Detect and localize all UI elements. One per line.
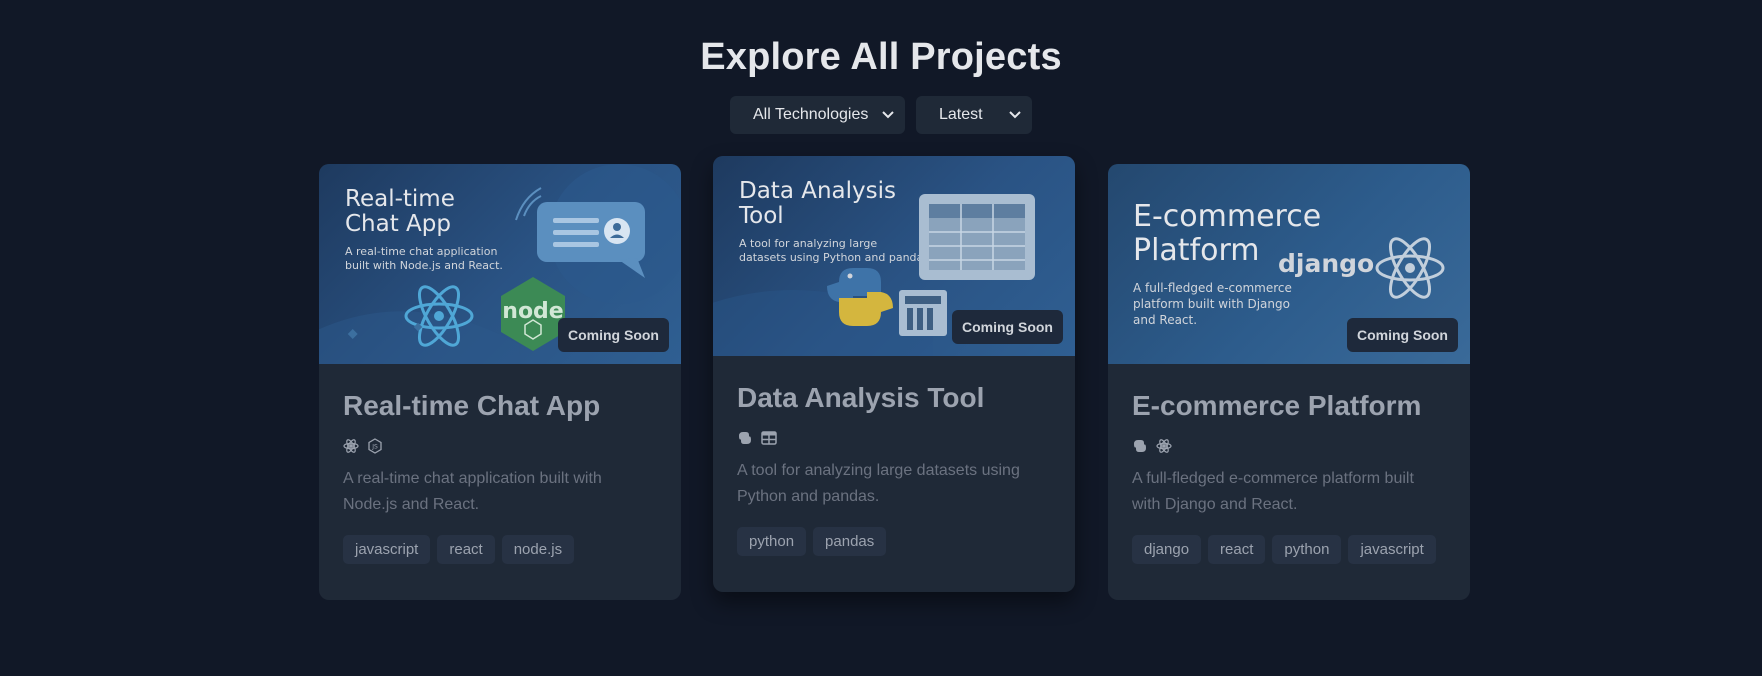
thumb-sub-line1: A tool for analyzing large <box>739 237 877 250</box>
thumb-title-line2: Platform <box>1133 233 1260 268</box>
project-thumbnail: Data Analysis Tool A tool for analyzing … <box>713 156 1075 356</box>
tag[interactable]: django <box>1132 535 1202 564</box>
thumb-title-line2: Tool <box>738 203 784 229</box>
tag[interactable]: node.js <box>501 535 575 564</box>
react-icon <box>1156 438 1172 454</box>
tag[interactable]: javascript <box>343 535 431 564</box>
thumb-title-line2: Chat App <box>345 211 451 237</box>
python-icon <box>737 430 753 446</box>
sort-select[interactable]: Latest <box>916 96 1032 134</box>
technology-filter-select[interactable]: All Technologies <box>730 96 905 134</box>
project-description: A full-fledged e-commerce platform built… <box>1132 470 1414 513</box>
react-logo-icon <box>1375 237 1445 299</box>
project-thumbnail: Real-time Chat App A real-time chat appl… <box>319 164 681 364</box>
project-card-data-analysis[interactable]: Data Analysis Tool A tool for analyzing … <box>713 156 1075 592</box>
page-title: Explore All Projects <box>700 36 1062 78</box>
tech-icon-list <box>737 429 1051 447</box>
python-icon <box>1132 438 1148 454</box>
project-title: E-commerce Platform <box>1132 390 1422 421</box>
tag[interactable]: pandas <box>813 527 887 556</box>
tag-list: python pandas <box>737 527 1051 556</box>
nodejs-icon: JS <box>367 438 383 454</box>
table-icon <box>761 430 777 446</box>
tag[interactable]: python <box>1272 535 1342 564</box>
chevron-down-icon <box>881 108 895 122</box>
thumb-title-line1: Data Analysis <box>739 178 896 204</box>
sort-value: Latest <box>939 106 983 123</box>
thumb-sub-line1: A real-time chat application <box>345 245 497 258</box>
chevron-down-icon <box>1008 108 1022 122</box>
tech-icon-list <box>1132 437 1446 455</box>
project-card-ecommerce[interactable]: E-commerce Platform A full-fledged e-com… <box>1108 164 1470 600</box>
thumb-sub-line3: and React. <box>1133 313 1197 327</box>
project-card-chat-app[interactable]: Real-time Chat App A real-time chat appl… <box>319 164 681 600</box>
thumb-sub-line2: platform built with Django <box>1133 297 1290 311</box>
thumb-title-line1: E-commerce <box>1133 199 1321 234</box>
thumb-sub-line1: A full-fledged e-commerce <box>1133 281 1292 295</box>
project-title: Data Analysis Tool <box>737 382 985 413</box>
spreadsheet-icon <box>919 194 1035 280</box>
project-description: A tool for analyzing large datasets usin… <box>737 462 1020 505</box>
tech-icon-list: JS <box>343 437 657 455</box>
project-description: A real-time chat application built with … <box>343 470 602 513</box>
filter-bar: All Technologies Latest <box>0 96 1762 134</box>
bar-chart-icon <box>899 290 947 336</box>
tag[interactable]: javascript <box>1348 535 1436 564</box>
tag[interactable]: react <box>437 535 495 564</box>
coming-soon-badge: Coming Soon <box>952 310 1063 344</box>
thumb-sub-line2: built with Node.js and React. <box>345 259 503 272</box>
thumb-title-line1: Real-time <box>345 186 455 212</box>
svg-text:JS: JS <box>371 444 378 451</box>
tag[interactable]: python <box>737 527 807 556</box>
django-logo-text: django <box>1278 249 1374 278</box>
coming-soon-badge: Coming Soon <box>1347 318 1458 352</box>
tag-list: javascript react node.js <box>343 535 657 564</box>
tag-list: django react python javascript <box>1132 535 1446 564</box>
technology-filter-value: All Technologies <box>753 106 869 123</box>
thumb-sub-line2: datasets using Python and pandas <box>739 251 929 264</box>
coming-soon-badge: Coming Soon <box>558 318 669 352</box>
tag[interactable]: react <box>1208 535 1266 564</box>
project-thumbnail: E-commerce Platform A full-fledged e-com… <box>1108 164 1470 364</box>
project-title: Real-time Chat App <box>343 390 601 421</box>
react-icon <box>343 438 359 454</box>
